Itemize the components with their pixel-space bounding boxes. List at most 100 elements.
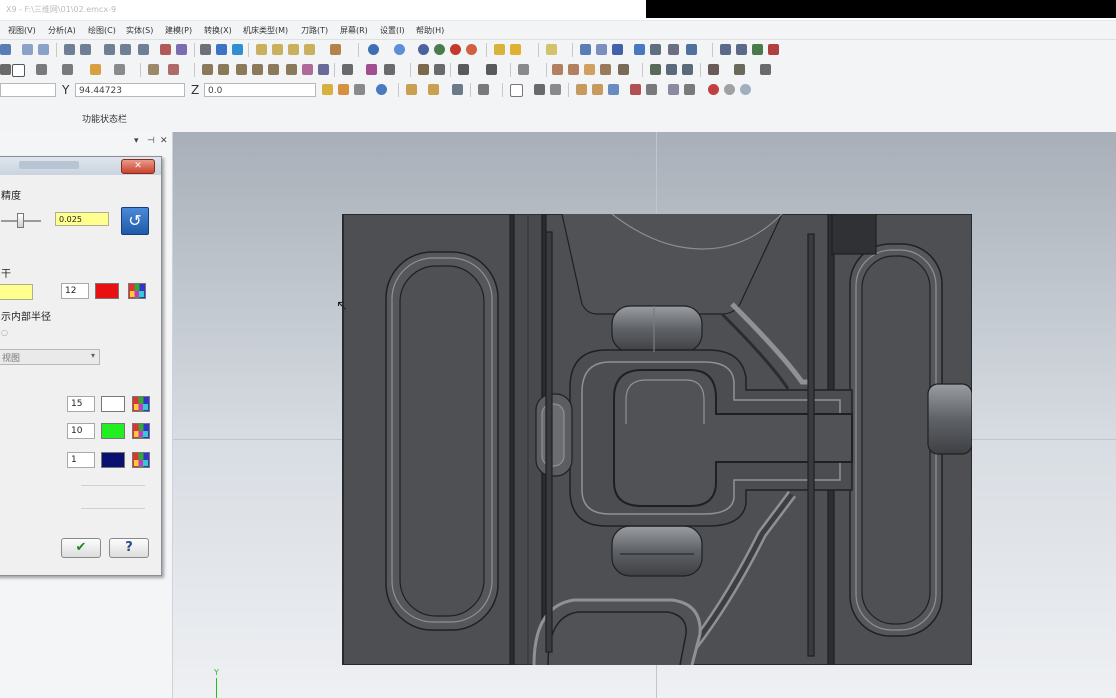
mask-g-icon[interactable] [684,84,695,95]
toolpath-b-icon[interactable] [736,44,747,55]
menu-settings[interactable]: 设置(I) [380,25,405,36]
surface-d-icon[interactable] [600,64,611,75]
snap-settings-icon[interactable] [376,84,387,95]
zoom-window-icon[interactable] [80,44,91,55]
mask-b-icon[interactable] [592,84,603,95]
mold-part-model[interactable] [342,214,972,665]
dialog-close-button[interactable]: ✕ [121,159,155,174]
palette-icon-4[interactable] [132,452,150,468]
check-mark-icon[interactable] [546,44,557,55]
grid-snap-icon[interactable] [518,64,529,75]
tolerance-field[interactable]: 0.025 [55,212,109,226]
palette-icon-3[interactable] [132,423,150,439]
select-c-icon[interactable] [452,84,463,95]
menu-view[interactable]: 视图(V) [8,25,36,36]
wcs-icon[interactable] [368,44,379,55]
menu-drawing[interactable]: 绘图(C) [88,25,116,36]
open-icon[interactable] [0,44,11,55]
value-field-1[interactable]: 12 [61,283,89,299]
toolpath-a-icon[interactable] [720,44,731,55]
window-select-icon[interactable] [510,84,523,97]
color-swatch-white[interactable] [101,396,125,412]
palette-icon-2[interactable] [132,396,150,412]
unzoom-icon[interactable] [176,44,187,55]
xform-rotate-icon[interactable] [218,64,229,75]
value-field-2[interactable]: 15 [67,396,95,412]
xform-translate-icon[interactable] [252,64,263,75]
front-view-icon[interactable] [272,44,283,55]
solid-c-icon[interactable] [682,64,693,75]
trim-icon[interactable] [114,64,125,75]
mask-f-icon[interactable] [668,84,679,95]
apply-arrow-button[interactable]: ↺ [121,207,149,235]
sphere-icon[interactable] [394,44,405,55]
surface-b-icon[interactable] [568,64,579,75]
color-swatch-red[interactable] [95,283,119,299]
measure-icon[interactable] [418,64,429,75]
fit-screen-icon[interactable] [64,44,75,55]
point-icon[interactable] [0,64,11,75]
mask-c-icon[interactable] [608,84,619,95]
redo-icon[interactable] [38,44,49,55]
grid-icon[interactable] [686,44,697,55]
fillet-icon[interactable] [36,64,47,75]
select-all-icon[interactable] [478,84,489,95]
wireframe-icon[interactable] [450,44,461,55]
menu-help[interactable]: 帮助(H) [416,25,444,36]
toolpath-c-icon[interactable] [752,44,763,55]
palette-icon[interactable] [128,283,146,299]
view-dropdown[interactable]: 视图 ▾ [0,349,100,365]
help-button[interactable]: ? [109,538,149,558]
rotate-icon[interactable] [200,44,211,55]
attributes-icon[interactable] [634,44,645,55]
surface-a-icon[interactable] [552,64,563,75]
zoom-out-icon[interactable] [138,44,149,55]
menu-machine-type[interactable]: 机床类型(M) [243,25,288,36]
menu-model[interactable]: 建模(P) [165,25,192,36]
clear-icon[interactable] [354,84,365,95]
stop-icon[interactable] [708,84,719,95]
chain-icon[interactable] [434,64,445,75]
x-coordinate-field[interactable] [0,83,56,97]
y-coordinate-field[interactable]: 94.44723 [75,83,185,97]
autocursor-icon[interactable] [322,84,333,95]
menu-toolpaths[interactable]: 刀路(T) [301,25,328,36]
menu-solids[interactable]: 实体(S) [126,25,153,36]
undo-icon[interactable] [22,44,33,55]
mask-e-icon[interactable] [646,84,657,95]
panel-close-icon[interactable]: ✕ [160,136,168,146]
xform-offset-icon[interactable] [268,64,279,75]
horizontal-dim-icon[interactable] [458,64,469,75]
select-last-icon[interactable] [550,84,561,95]
solid-f-icon[interactable] [760,64,771,75]
fast-point-icon[interactable] [338,84,349,95]
z-coordinate-field[interactable]: 0.0 [204,83,316,97]
eraser-icon[interactable] [510,44,521,55]
solid-a-icon[interactable] [650,64,661,75]
iso-view-icon[interactable] [304,44,315,55]
zoom-target-icon[interactable] [104,44,115,55]
surface-e-icon[interactable] [618,64,629,75]
select-b-icon[interactable] [428,84,439,95]
right-view-icon[interactable] [288,44,299,55]
pan-icon[interactable] [216,44,227,55]
solid-b-icon[interactable] [666,64,677,75]
break-icon[interactable] [148,64,159,75]
solid-e-icon[interactable] [734,64,745,75]
translucency-icon[interactable] [466,44,477,55]
level-manager-icon[interactable] [612,44,623,55]
surface-c-icon[interactable] [584,64,595,75]
zoom-in-icon[interactable] [120,44,131,55]
tolerance-slider-thumb[interactable] [17,213,24,228]
mask-a-icon[interactable] [576,84,587,95]
xform-scale-icon[interactable] [236,64,247,75]
statistics-icon[interactable] [650,44,661,55]
disc-icon[interactable] [724,84,735,95]
menu-transform[interactable]: 转换(X) [204,25,232,36]
properties-icon[interactable] [668,44,679,55]
delete-icon[interactable] [168,64,179,75]
analyze-icon[interactable] [580,44,591,55]
xform-array-icon[interactable] [302,64,313,75]
shaded-solid-icon[interactable] [434,44,445,55]
pin-icon[interactable]: ⊣ [147,136,155,146]
